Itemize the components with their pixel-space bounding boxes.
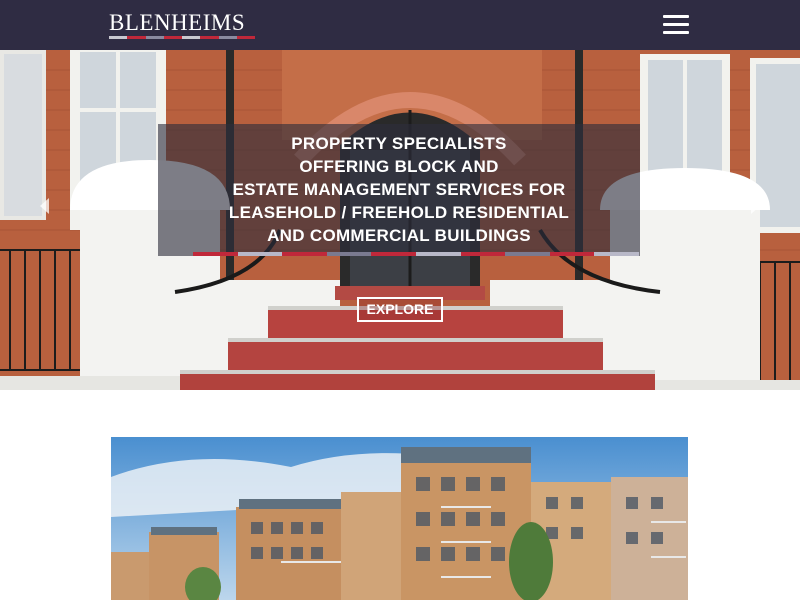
logo-stripe: [236, 36, 255, 39]
caption-stripe: [415, 252, 461, 256]
caption-line: AND COMMERCIAL BUILDINGS: [267, 226, 531, 245]
caption-line: OFFERING BLOCK AND: [299, 157, 499, 176]
logo-stripe: [200, 36, 219, 39]
hero-caption: PROPERTY SPECIALISTS OFFERING BLOCK AND …: [158, 124, 640, 256]
caption-stripe: [326, 252, 372, 256]
modern-apartment-blocks-photo: [111, 437, 688, 600]
blenheims-logo[interactable]: BLENHEIMS: [109, 10, 259, 40]
caption-stripe: [549, 252, 595, 256]
hamburger-menu-icon[interactable]: [661, 12, 691, 38]
logo-stripe: [109, 36, 128, 39]
caption-line: ESTATE MANAGEMENT SERVICES FOR: [232, 180, 566, 199]
logo-stripe: [127, 36, 146, 39]
logo-text: BLENHEIMS: [109, 10, 246, 35]
logo-stripe: [218, 36, 237, 39]
feature-image: [111, 437, 688, 600]
caption-stripe: [237, 252, 283, 256]
site-header: BLENHEIMS: [0, 0, 800, 50]
chevron-left-icon[interactable]: [40, 198, 49, 214]
caption-stripe: [282, 252, 327, 256]
logo-stripes: [109, 36, 255, 39]
explore-button[interactable]: EXPLORE: [357, 297, 443, 322]
caption-stripe: [505, 252, 550, 256]
logo-stripe: [182, 36, 201, 39]
caption-stripe: [371, 252, 416, 256]
caption-stripe: [460, 252, 506, 256]
caption-stripes: [193, 252, 639, 256]
caption-line: LEASEHOLD / FREEHOLD RESIDENTIAL: [228, 203, 570, 222]
caption-stripe: [193, 252, 238, 256]
logo-stripe: [163, 36, 182, 39]
chevron-right-icon[interactable]: [751, 198, 760, 214]
hero-caption-text: PROPERTY SPECIALISTS OFFERING BLOCK AND …: [158, 132, 640, 247]
caption-stripe: [594, 252, 639, 256]
hero-slider: PROPERTY SPECIALISTS OFFERING BLOCK AND …: [0, 50, 800, 390]
caption-line: PROPERTY SPECIALISTS: [291, 134, 507, 153]
logo-stripe: [145, 36, 164, 39]
